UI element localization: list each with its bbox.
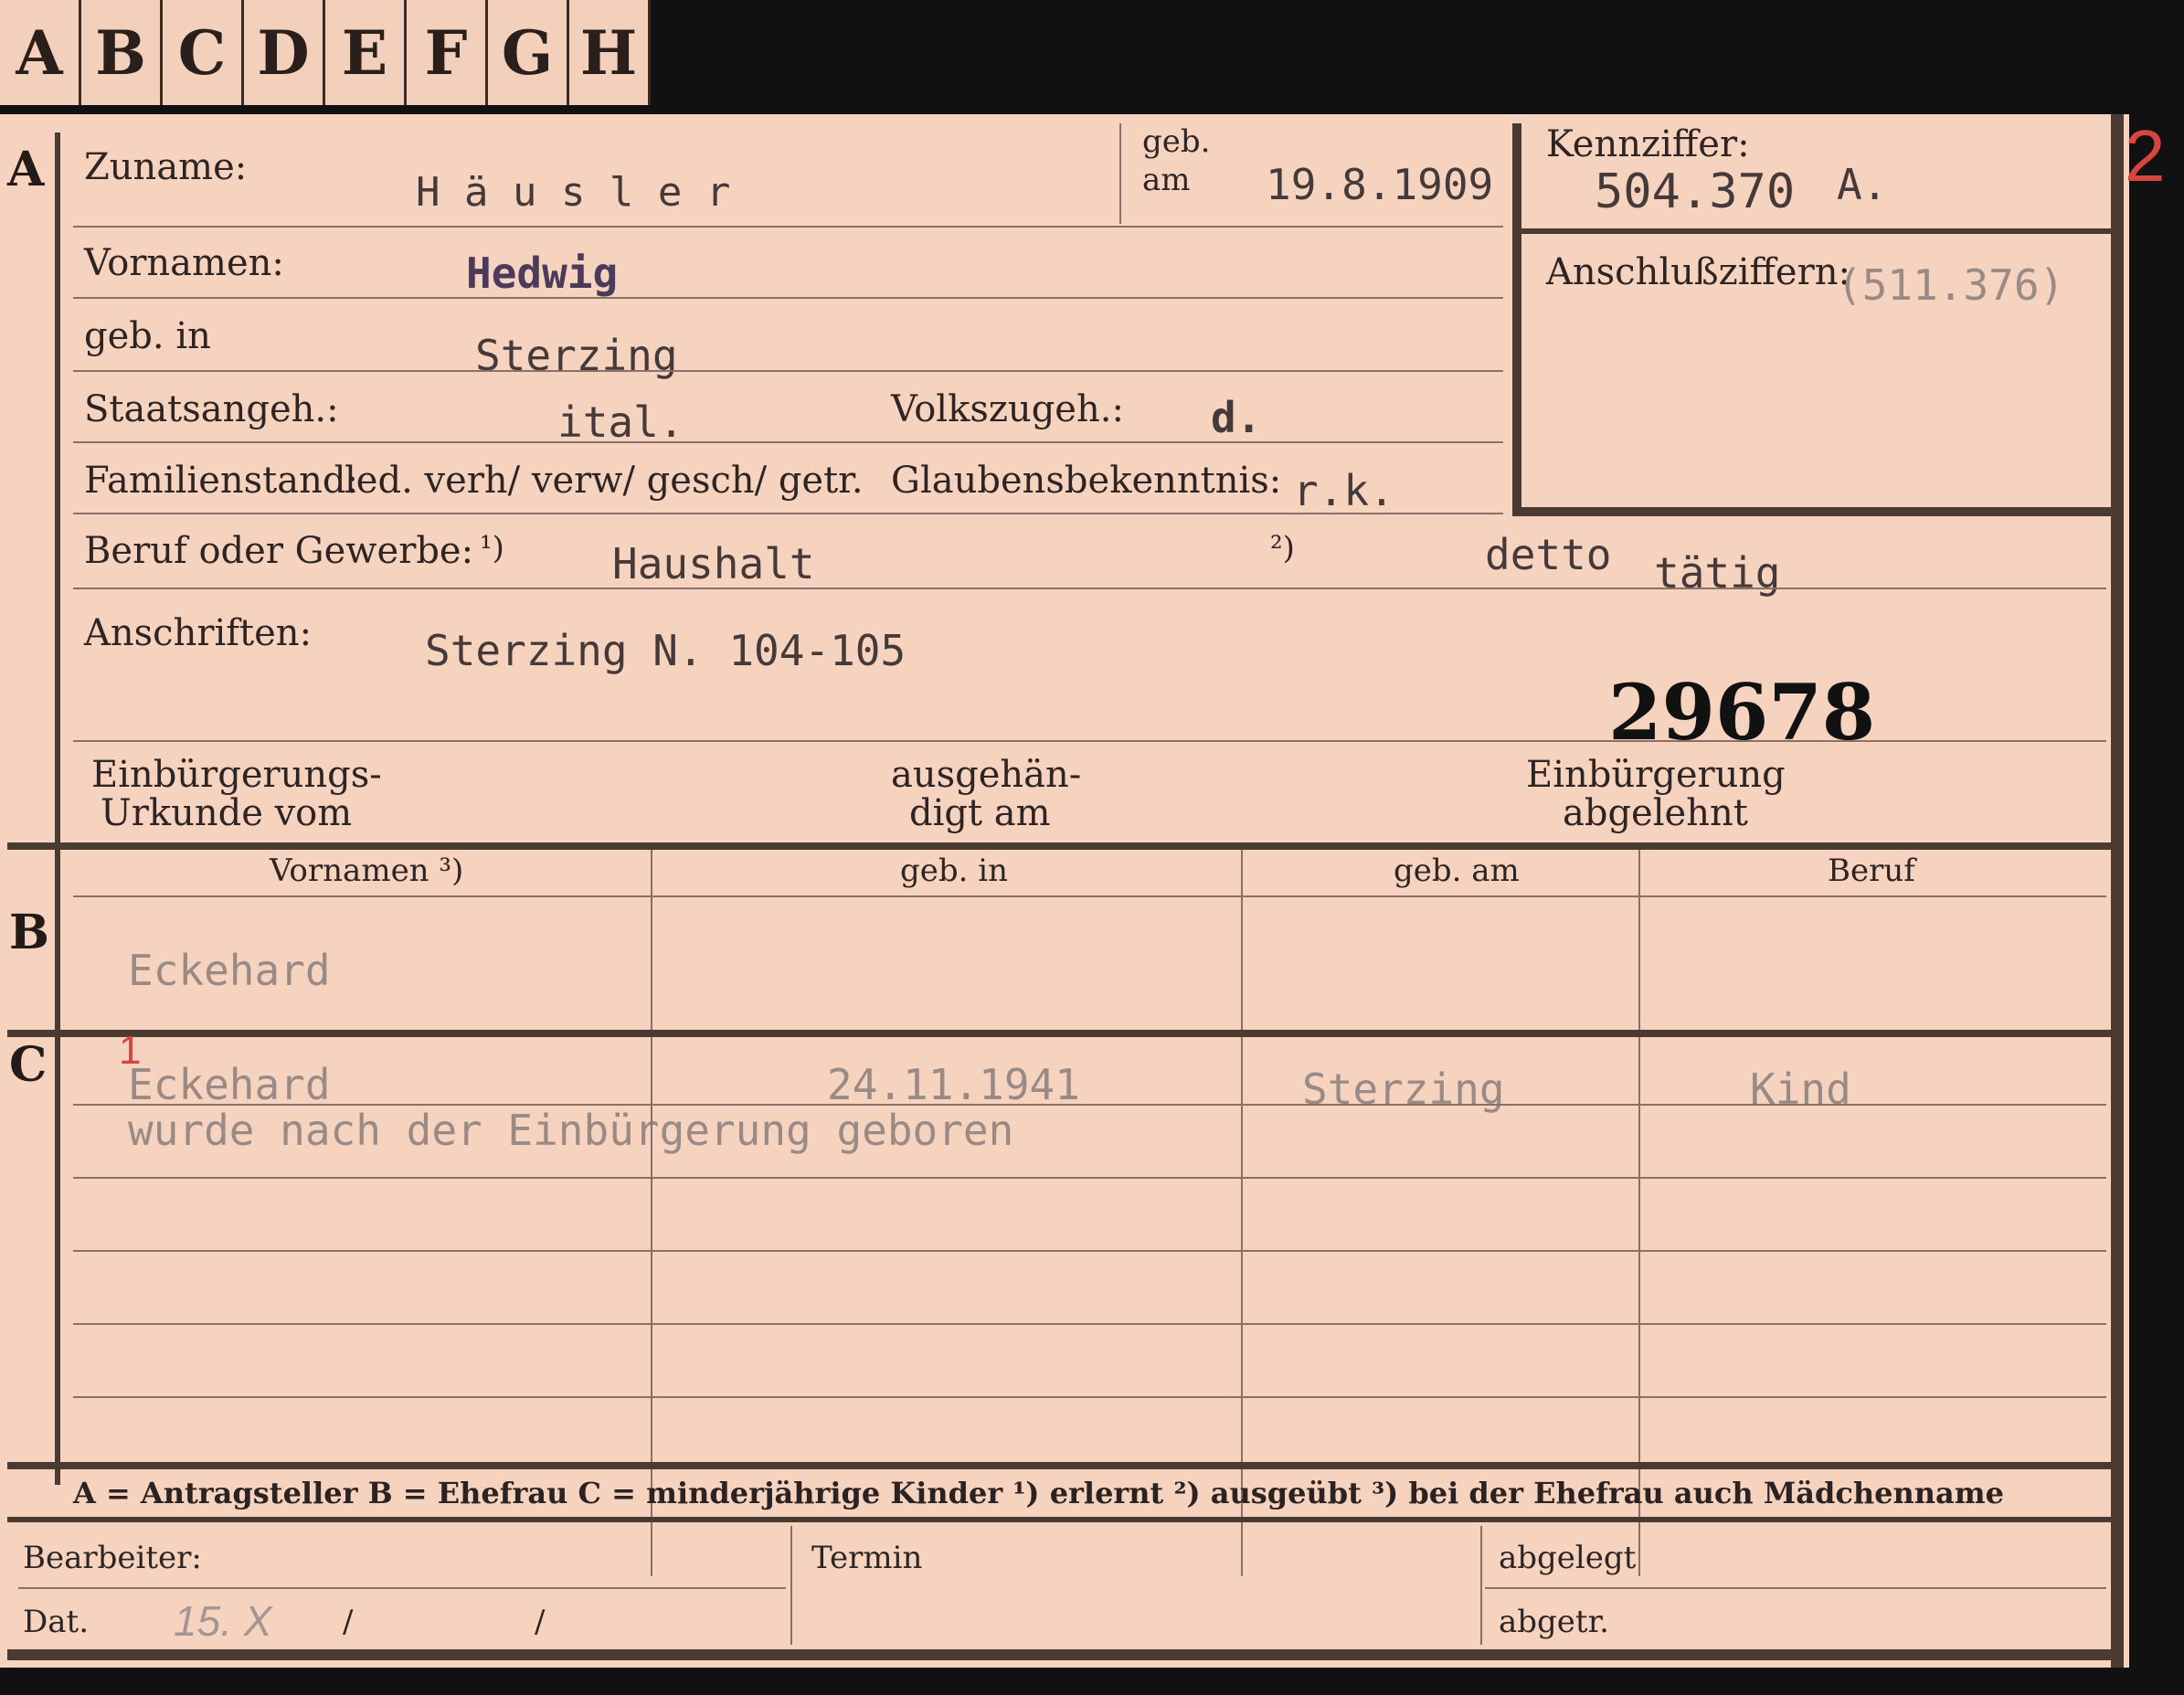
- child-date: 24.11.1941: [827, 1060, 1080, 1109]
- stamp-number: 29678: [1608, 667, 1876, 757]
- occupation-label: Beruf oder Gewerbe:: [84, 530, 474, 572]
- legend-rule: [7, 1517, 2111, 1522]
- rejected-label-2: abgelehnt: [1563, 792, 1748, 834]
- section-c-letter: C: [9, 1037, 48, 1093]
- filed-label: abgelegt: [1499, 1540, 1637, 1576]
- tab-f[interactable]: F: [407, 0, 488, 105]
- date-label: Dat.: [23, 1604, 90, 1640]
- clerk-label: Bearbeiter:: [23, 1540, 202, 1576]
- tab-a[interactable]: A: [0, 0, 81, 105]
- occupation-note-2: ²): [1270, 530, 1295, 567]
- occupation-value-2b: tätig: [1654, 548, 1781, 598]
- religion-value: r.k.: [1293, 466, 1394, 515]
- card-bottom-rule: [7, 1649, 2124, 1660]
- anschluss-value: (511.376): [1837, 260, 2065, 310]
- tab-c[interactable]: C: [163, 0, 244, 105]
- rejected-label-1: Einbürgerung: [1526, 754, 1786, 796]
- child-place: Sterzing: [1302, 1065, 1505, 1114]
- religion-label: Glaubensbekenntnis:: [891, 460, 1282, 502]
- col-header-geb-am: geb. am: [1394, 853, 1520, 889]
- tab-b[interactable]: B: [81, 0, 163, 105]
- tab-e[interactable]: E: [325, 0, 407, 105]
- col-header-vornamen: Vornamen ³): [270, 853, 464, 889]
- dob-label-2: am: [1142, 162, 1191, 198]
- col-header-beruf: Beruf: [1828, 853, 1915, 889]
- kennziffer-value: 504.370: [1595, 164, 1796, 219]
- occupation-value-2: detto: [1485, 530, 1612, 579]
- occupation-note-1: ¹): [480, 530, 504, 567]
- marital-label: Familienstand:: [84, 460, 358, 502]
- record-card: A Zuname: H ä u s l e r geb. am 19.8.190…: [0, 114, 2166, 1668]
- sheet-number: 2: [2125, 115, 2166, 196]
- section-b-letter: B: [9, 905, 49, 960]
- first-names-label: Vornamen:: [84, 242, 284, 284]
- kennziffer-label: Kennziffer:: [1546, 123, 1750, 165]
- address-label: Anschriften:: [84, 612, 313, 654]
- section-c-bottom-rule: [7, 1462, 2111, 1469]
- dob-label-1: geb.: [1142, 123, 1211, 160]
- child-note: wurde nach der Einbürgerung geboren: [128, 1106, 1014, 1155]
- child-occupation: Kind: [1750, 1065, 1851, 1114]
- naturalization-label-1: Einbürgerungs-: [91, 754, 382, 796]
- address-value: Sterzing N. 104-105: [425, 626, 906, 675]
- first-names-value: Hedwig: [466, 249, 619, 298]
- marital-value: led. verh/ verw/ gesch/ getr.: [345, 460, 864, 502]
- section-a-letter: A: [7, 142, 45, 197]
- deadline-label: Termin: [811, 1540, 923, 1576]
- birthplace-value: Sterzing: [475, 331, 678, 380]
- date-slash-2: /: [535, 1604, 546, 1640]
- left-rule: [55, 132, 60, 1485]
- ethnicity-label: Volkszugeh.:: [891, 388, 1124, 430]
- anschluss-label: Anschlußziffern:: [1546, 251, 1850, 293]
- tab-h[interactable]: H: [569, 0, 651, 105]
- kennziffer-box-bottom: [1521, 507, 2111, 516]
- surname-value: H ä u s l e r: [416, 169, 731, 216]
- card-edge: [2111, 114, 2124, 1668]
- date-slash-1: /: [343, 1604, 354, 1640]
- letter-tabs: A B C D E F G H: [0, 0, 651, 105]
- ethnicity-value: d.: [1211, 393, 1262, 442]
- kennziffer-suffix: A.: [1837, 160, 1888, 209]
- citizenship-label: Staatsangeh.:: [84, 388, 339, 430]
- col-header-geb-in: geb. in: [900, 853, 1009, 889]
- birthplace-label: geb. in: [84, 315, 211, 357]
- surname-label: Zuname:: [84, 146, 248, 188]
- section-b-bottom-rule: [7, 1030, 2111, 1037]
- child-name: Eckehard: [128, 1060, 331, 1109]
- handed-label-2: digt am: [909, 792, 1051, 834]
- citizenship-value: ital.: [557, 397, 684, 447]
- date-value: 15. X: [174, 1597, 272, 1645]
- occupation-value-1: Haushalt: [612, 539, 815, 588]
- section-a-bottom-rule: [7, 842, 2111, 850]
- tab-g[interactable]: G: [488, 0, 569, 105]
- dob-value: 19.8.1909: [1266, 160, 1494, 209]
- taken-label: abgetr.: [1499, 1604, 1609, 1640]
- spouse-name: Eckehard: [128, 946, 331, 995]
- naturalization-label-2: Urkunde vom: [101, 792, 353, 834]
- kennziffer-rule: [1521, 228, 2111, 234]
- legend-text: A = Antragsteller B = Ehefrau C = minder…: [73, 1476, 2004, 1510]
- handed-label-1: ausgehän-: [891, 754, 1082, 796]
- kennziffer-divider: [1512, 123, 1521, 516]
- tab-d[interactable]: D: [244, 0, 325, 105]
